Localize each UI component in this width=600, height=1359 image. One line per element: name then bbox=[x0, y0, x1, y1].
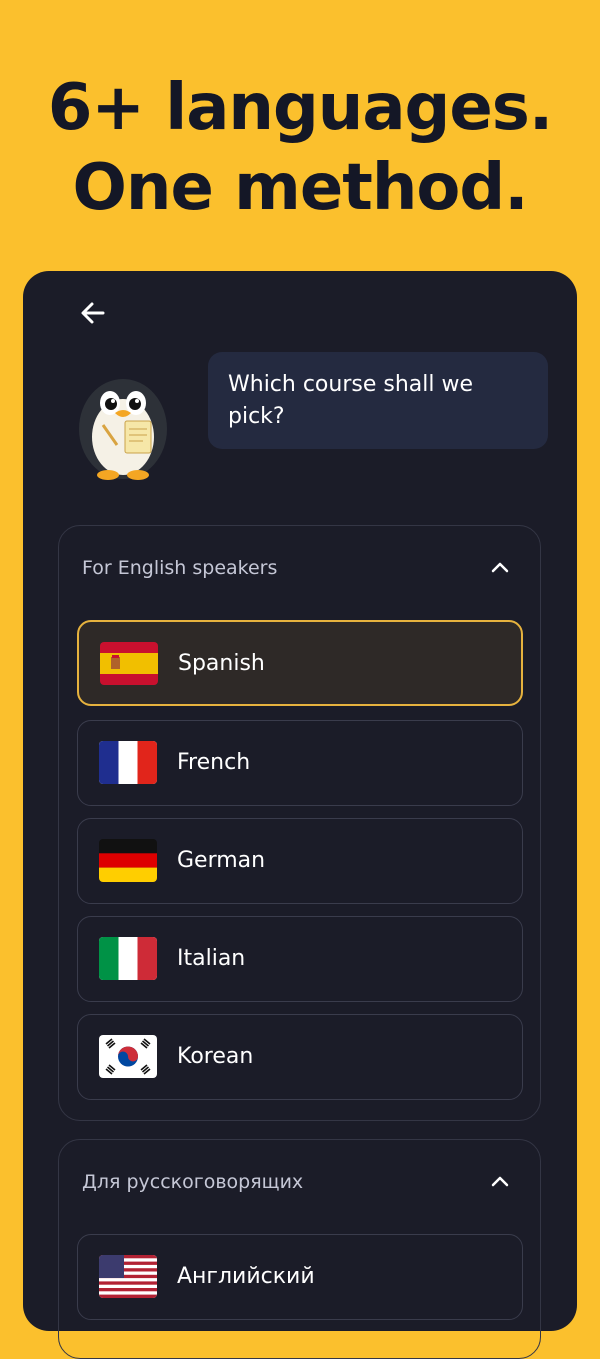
course-option-italian[interactable]: Italian bbox=[77, 916, 523, 1002]
headline-line-2: One method. bbox=[72, 151, 529, 225]
course-label: German bbox=[177, 848, 266, 873]
course-option-french[interactable]: French bbox=[77, 720, 523, 806]
group-title: Для русскоговорящих bbox=[82, 1171, 304, 1193]
arrow-left-icon bbox=[81, 302, 105, 324]
question-text: Which course shall we pick? bbox=[228, 372, 474, 429]
course-label: Italian bbox=[177, 946, 246, 971]
course-label: French bbox=[177, 750, 251, 775]
headline-line-1: 6+ languages. bbox=[47, 71, 553, 145]
course-label: Spanish bbox=[178, 651, 265, 676]
chevron-up-icon bbox=[491, 1176, 509, 1187]
course-label: Английский bbox=[177, 1264, 315, 1289]
course-group-english: For English speakers Spanish French Germ… bbox=[58, 525, 541, 1121]
course-option-spanish[interactable]: Spanish bbox=[77, 620, 523, 706]
course-option-english[interactable]: Английский bbox=[77, 1234, 523, 1320]
group-header-russian[interactable]: Для русскоговорящих bbox=[59, 1140, 540, 1224]
course-option-german[interactable]: German bbox=[77, 818, 523, 904]
france-flag-icon bbox=[99, 741, 157, 784]
group-title: For English speakers bbox=[82, 557, 278, 579]
korea-flag-icon bbox=[99, 1035, 157, 1078]
usa-flag-icon bbox=[99, 1255, 157, 1298]
spain-flag-icon bbox=[100, 642, 158, 685]
chevron-up-icon bbox=[491, 562, 509, 573]
course-option-korean[interactable]: Korean bbox=[77, 1014, 523, 1100]
headline: 6+ languages. One method. bbox=[0, 68, 600, 228]
back-button[interactable] bbox=[75, 295, 111, 331]
course-group-russian: Для русскоговорящих Английский bbox=[58, 1139, 541, 1359]
germany-flag-icon bbox=[99, 839, 157, 882]
app-screen: Which course shall we pick? For English … bbox=[23, 271, 577, 1359]
question-bubble: Which course shall we pick? bbox=[208, 352, 548, 449]
course-label: Korean bbox=[177, 1044, 254, 1069]
italy-flag-icon bbox=[99, 937, 157, 980]
group-header-english[interactable]: For English speakers bbox=[59, 526, 540, 610]
penguin-mascot-icon bbox=[79, 379, 167, 480]
